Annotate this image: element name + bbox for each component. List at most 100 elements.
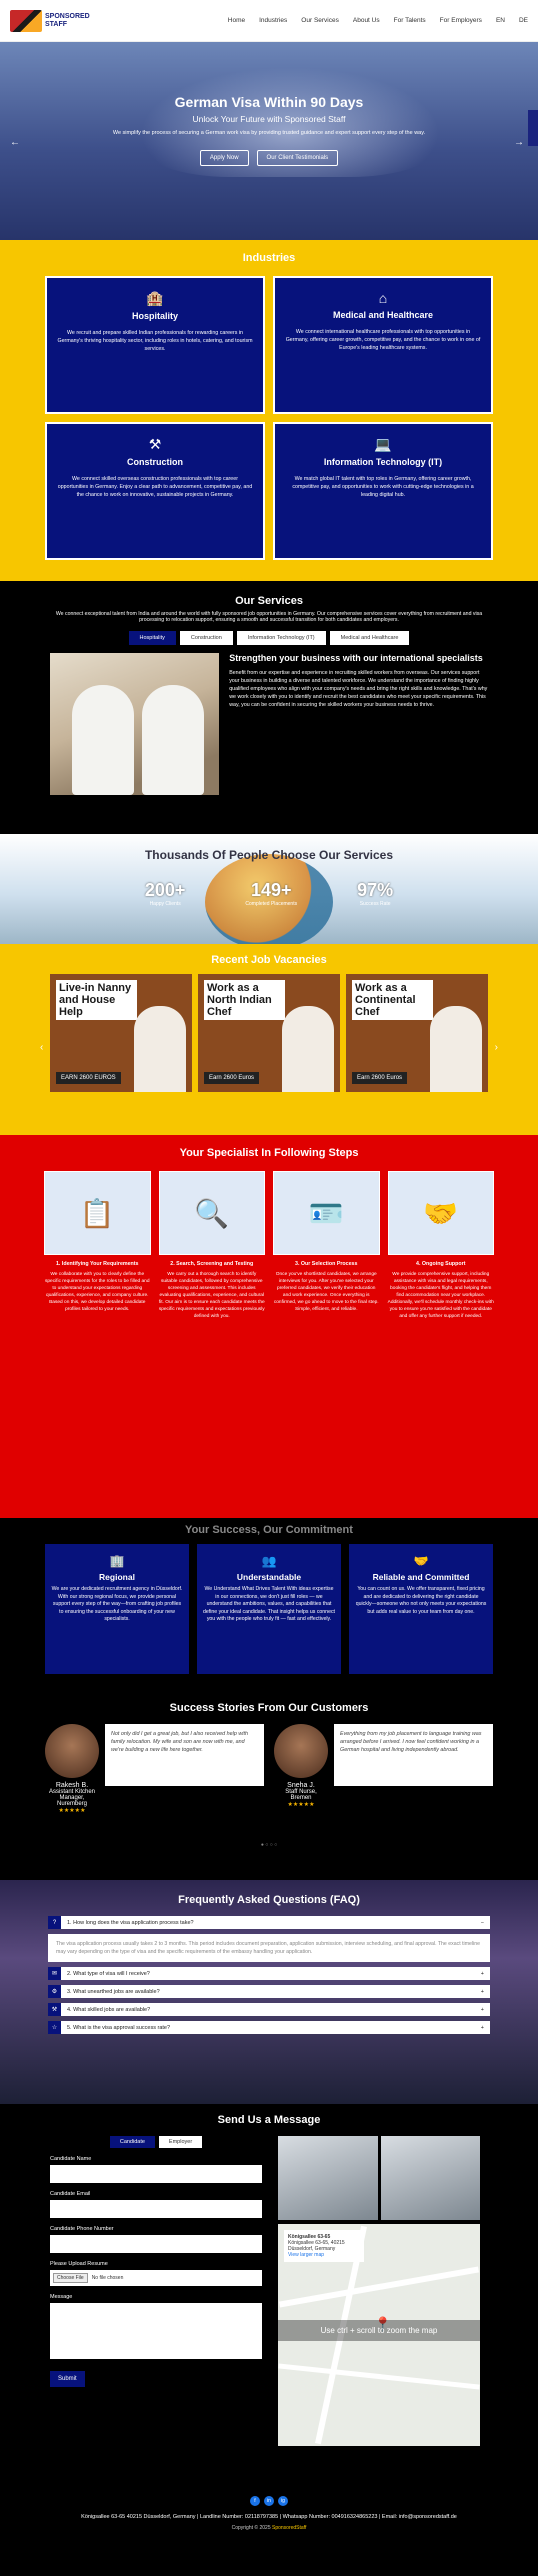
phone-field[interactable] [50, 2235, 262, 2253]
lang-de[interactable]: DE [519, 17, 528, 24]
contact-title: Send Us a Message [217, 2114, 321, 2126]
choose-file-button[interactable]: Choose File [53, 2273, 88, 2283]
faq-question[interactable]: ⚙ 3. What unearthed jobs are available? … [48, 1985, 490, 1998]
steps-section: Your Specialist In Following Steps 📋 1. … [0, 1135, 538, 1518]
testimonials-button[interactable]: Our Client Testimonials [256, 150, 339, 166]
question-icon: ✉ [48, 1967, 61, 1980]
name-field[interactable] [50, 2165, 262, 2183]
tab-hospitality[interactable]: Hospitality [128, 631, 176, 645]
industry-text: We match global IT talent with top roles… [292, 476, 474, 498]
faq-question[interactable]: ✉ 2. What type of visa will I receive? + [48, 1967, 490, 1980]
question-icon: ⚙ [48, 1985, 61, 1998]
job-salary: Earn 2600 Euros [352, 1072, 408, 1084]
office-photo [278, 2136, 378, 2220]
tab-employer[interactable]: Employer [158, 2136, 203, 2148]
industry-card-it[interactable]: 💻 Information Technology (IT) We match g… [273, 422, 493, 560]
lang-en[interactable]: EN [496, 17, 505, 24]
email-field[interactable] [50, 2200, 262, 2218]
step-title: 1. Identifying Your Requirements [55, 1261, 139, 1267]
resume-upload[interactable]: Choose File No file chosen [50, 2270, 262, 2286]
tab-construction[interactable]: Construction [179, 631, 233, 645]
hero-subtitle: Unlock Your Future with Sponsored Staff [192, 114, 346, 124]
industry-title: Medical and Healthcare [332, 310, 434, 320]
faq-question-text: 1. How long does the visa application pr… [67, 1919, 194, 1926]
office-photos [278, 2136, 480, 2220]
copyright-brand[interactable]: SponsoredStaff [272, 2525, 306, 2531]
location-map[interactable]: Königsallee 63-65 Königsallee 63-65, 402… [278, 2224, 480, 2446]
commit-text: You can count on us. We offer transparen… [355, 1586, 487, 1615]
step-card: 🤝 4. Ongoing Support We provide comprehe… [387, 1171, 494, 1320]
step-text: Once you've shortlisted candidates, we a… [273, 1272, 379, 1312]
house-medical-icon: ⌂ [378, 290, 388, 306]
footer-address: Königsallee 63-65 40215 Düsseldorf, Germ… [81, 2514, 457, 2520]
copyright: Copyright © 2025 SponsoredStaff [0, 2525, 538, 2531]
stories-section: Success Stories From Our Customers Rakes… [0, 1694, 538, 1880]
testimonial-quote: Not only did I get a great job, but I al… [105, 1724, 264, 1786]
industry-card-hospitality[interactable]: 🏨 Hospitality We recruit and prepare ski… [45, 276, 265, 414]
star-rating: ★★★★★ [287, 1802, 315, 1808]
stats-section: Thousands Of People Choose Our Services … [0, 834, 538, 950]
hero-prev-arrow-icon[interactable]: ← [10, 137, 20, 148]
industries-title: Industries [242, 252, 296, 264]
question-icon: ☆ [48, 2021, 61, 2034]
nav-about[interactable]: About Us [353, 17, 380, 24]
hero-next-arrow-icon[interactable]: → [514, 137, 524, 148]
people-icon: 👥 [261, 1554, 277, 1568]
nav-industries[interactable]: Industries [259, 17, 287, 24]
carousel-dots[interactable]: ● ○ ○ ○ [45, 1842, 493, 1848]
site-logo[interactable]: SPONSORED STAFF [10, 9, 90, 32]
job-title: Work as a North Indian Chef [204, 980, 285, 1020]
testimonial: Sneha J. Staff Nurse, Bremen ★★★★★ Every… [274, 1724, 493, 1814]
commit-title: Regional [99, 1572, 135, 1582]
hero-title: German Visa Within 90 Days [174, 94, 364, 110]
job-person-image [134, 1006, 186, 1092]
nav-employers[interactable]: For Employers [440, 17, 482, 24]
job-card[interactable]: Work as a Continental Chef Earn 2600 Eur… [346, 974, 488, 1092]
commit-title: Understandable [236, 1572, 302, 1582]
handshake-icon: 🤝 [387, 1171, 494, 1255]
map-larger-link[interactable]: View larger map [288, 2252, 360, 2258]
instagram-icon[interactable]: ig [278, 2496, 288, 2506]
stat-label: Happy Clients [149, 901, 181, 907]
submit-button[interactable]: Submit [50, 2371, 85, 2387]
search-icon: 🔍 [158, 1171, 265, 1255]
job-card[interactable]: Live-in Nanny and House Help EARN 2600 E… [50, 974, 192, 1092]
industry-card-medical[interactable]: ⌂ Medical and Healthcare We connect inte… [273, 276, 493, 414]
facebook-icon[interactable]: f [250, 2496, 260, 2506]
jobs-next-icon[interactable]: › [495, 1042, 498, 1053]
industry-card-construction[interactable]: ⚒ Construction We connect skilled overse… [45, 422, 265, 560]
faq-question-open[interactable]: ? 1. How long does the visa application … [48, 1916, 490, 1929]
linkedin-icon[interactable]: in [264, 2496, 274, 2506]
chef-figure [142, 685, 204, 795]
nav-talents[interactable]: For Talents [394, 17, 426, 24]
tab-it[interactable]: Information Technology (IT) [236, 631, 326, 645]
chefs-photo [50, 653, 220, 795]
nav-links: Home Industries Our Services About Us Fo… [228, 17, 528, 24]
services-section: Our Services We connect exceptional tale… [0, 581, 538, 834]
faq-question-text: 2. What type of visa will I receive? [67, 1970, 150, 1977]
faq-question-text: 4. What skilled jobs are available? [67, 2006, 151, 2013]
nav-services[interactable]: Our Services [301, 17, 339, 24]
message-field[interactable] [50, 2303, 262, 2359]
jobs-prev-icon[interactable]: ‹ [40, 1042, 43, 1053]
phone-label: Candidate Phone Number [50, 2226, 114, 2232]
industry-title: Hospitality [131, 311, 178, 321]
stat-label: Success Rate [359, 901, 391, 907]
services-heading: Strengthen your business with our intern… [229, 653, 483, 663]
question-icon: ⚒ [48, 2003, 61, 2016]
commit-card-regional: 🏢 Regional We are your dedicated recruit… [45, 1544, 189, 1674]
testimonial-role: Staff Nurse, Bremen [285, 1789, 317, 1801]
apply-now-button[interactable]: Apply Now [199, 150, 249, 166]
commit-text: We are your dedicated recruitment agency… [51, 1586, 183, 1622]
faq-question[interactable]: ⚒ 4. What skilled jobs are available? + [48, 2003, 490, 2016]
nav-home[interactable]: Home [228, 17, 245, 24]
tab-medical[interactable]: Medical and Healthcare [329, 631, 410, 645]
job-person-image [282, 1006, 334, 1092]
tab-candidate[interactable]: Candidate [109, 2136, 155, 2148]
chef-figure [72, 685, 134, 795]
jobs-title: Recent Job Vacancies [211, 954, 327, 966]
job-card[interactable]: Work as a North Indian Chef Earn 2600 Eu… [198, 974, 340, 1092]
faq-question[interactable]: ☆ 5. What is the visa approval success r… [48, 2021, 490, 2034]
hero-body: We simplify the process of securing a Ge… [112, 130, 426, 136]
plus-icon: + [480, 1988, 484, 1995]
